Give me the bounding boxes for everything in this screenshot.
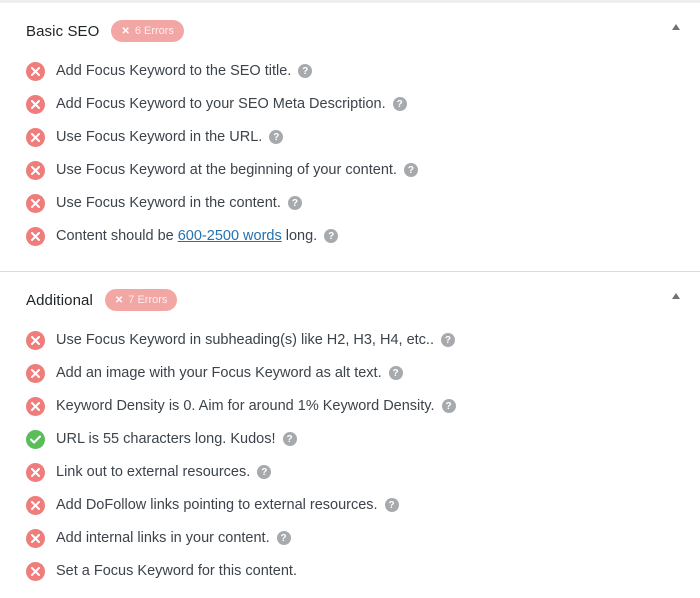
additional-header[interactable]: Additional ✕ 7 Errors xyxy=(26,288,178,312)
check-item: Add Focus Keyword to your SEO Meta Descr… xyxy=(26,93,407,115)
x-circle-icon xyxy=(26,495,45,515)
check-item-text: Use Focus Keyword at the beginning of yo… xyxy=(56,162,397,178)
caret-up-icon[interactable] xyxy=(672,24,680,30)
check-item-text: Add Focus Keyword to the SEO title. xyxy=(56,63,292,79)
help-icon[interactable]: ? xyxy=(384,498,399,512)
check-item: Use Focus Keyword in the content. ? xyxy=(26,192,302,214)
help-icon[interactable]: ? xyxy=(392,97,407,111)
check-item-text: Content should be 600-2500 words long. xyxy=(56,228,318,244)
error-count-badge: ✕ 7 Errors xyxy=(104,289,178,311)
check-circle-icon xyxy=(26,429,45,449)
check-item-text: Add Focus Keyword to your SEO Meta Descr… xyxy=(56,96,386,112)
check-item-text: Add an image with your Focus Keyword as … xyxy=(56,365,382,381)
error-count-badge: ✕ 6 Errors xyxy=(111,20,184,42)
x-circle-icon xyxy=(26,193,45,213)
help-icon[interactable]: ? xyxy=(324,229,339,243)
check-item: Link out to external resources. ? xyxy=(26,461,272,483)
check-item-text: Add DoFollow links pointing to external … xyxy=(56,497,378,513)
check-item: Add internal links in your content. ? xyxy=(26,527,291,549)
word-count-link[interactable]: 600-2500 words xyxy=(178,228,282,244)
check-item: Add DoFollow links pointing to external … xyxy=(26,494,399,516)
x-circle-icon xyxy=(26,462,45,482)
check-item-text: Use Focus Keyword in the content. xyxy=(56,195,281,211)
check-item: Set a Focus Keyword for this content. xyxy=(26,560,297,582)
help-icon[interactable]: ? xyxy=(388,366,403,380)
help-icon[interactable]: ? xyxy=(257,465,272,479)
check-item-text: URL is 55 characters long. Kudos! xyxy=(56,431,276,447)
check-item-text: Use Focus Keyword in subheading(s) like … xyxy=(56,332,434,348)
check-item-text: Use Focus Keyword in the URL. xyxy=(56,129,263,145)
check-item: Use Focus Keyword at the beginning of yo… xyxy=(26,159,418,181)
check-item-text: Set a Focus Keyword for this content. xyxy=(56,563,297,579)
x-circle-icon xyxy=(26,127,45,147)
check-item-text: Keyword Density is 0. Aim for around 1% … xyxy=(56,398,435,414)
x-circle-icon xyxy=(26,561,45,581)
section-title: Additional xyxy=(26,291,93,309)
x-circle-icon xyxy=(26,396,45,416)
basic-seo-header[interactable]: Basic SEO ✕ 6 Errors xyxy=(26,19,184,43)
help-icon[interactable]: ? xyxy=(403,163,418,177)
check-item: Add Focus Keyword to the SEO title. ? xyxy=(26,60,313,82)
x-circle-icon xyxy=(26,226,45,246)
x-circle-icon xyxy=(26,160,45,180)
x-circle-icon xyxy=(26,61,45,81)
section-title: Basic SEO xyxy=(26,22,100,40)
x-circle-icon xyxy=(26,363,45,383)
check-item-text: Link out to external resources. xyxy=(56,464,251,480)
x-icon: ✕ xyxy=(114,294,124,306)
additional-section: Additional ✕ 7 Errors Use Focus Keyword … xyxy=(0,272,700,598)
x-circle-icon xyxy=(26,330,45,350)
help-icon[interactable]: ? xyxy=(441,399,456,413)
help-icon[interactable]: ? xyxy=(298,64,313,78)
check-item: Use Focus Keyword in the URL. ? xyxy=(26,126,284,148)
check-item: URL is 55 characters long. Kudos! ? xyxy=(26,428,297,450)
x-circle-icon xyxy=(26,528,45,548)
help-icon[interactable]: ? xyxy=(440,333,455,347)
caret-up-icon[interactable] xyxy=(672,293,680,299)
x-circle-icon xyxy=(26,94,45,114)
check-item: Add an image with your Focus Keyword as … xyxy=(26,362,403,384)
x-icon: ✕ xyxy=(121,25,130,37)
check-item: Keyword Density is 0. Aim for around 1% … xyxy=(26,395,456,417)
check-item: Use Focus Keyword in subheading(s) like … xyxy=(26,329,455,351)
help-icon[interactable]: ? xyxy=(276,531,291,545)
check-item-text: Add internal links in your content. xyxy=(56,530,270,546)
help-icon[interactable]: ? xyxy=(282,432,297,446)
help-icon[interactable]: ? xyxy=(287,196,302,210)
basic-seo-section: Basic SEO ✕ 6 Errors Add Focus Keyword t… xyxy=(0,3,700,272)
help-icon[interactable]: ? xyxy=(269,130,284,144)
check-item: Content should be 600-2500 words long. ? xyxy=(26,225,339,247)
